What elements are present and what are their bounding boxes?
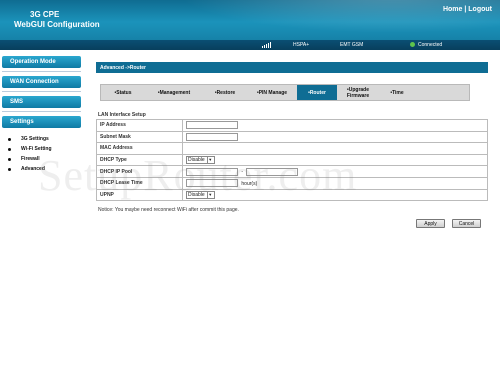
globe-icon (410, 42, 415, 47)
link-separator: | (464, 6, 467, 13)
header: 3G CPE WebGUI Configuration Home | Logou… (0, 0, 500, 40)
top-links: Home | Logout (443, 6, 492, 13)
tab-time[interactable]: •Time (379, 85, 415, 100)
breadcrumb: Advanced ->Router (96, 62, 488, 73)
main-content: Advanced ->Router •Status •Management •R… (96, 62, 488, 228)
submenu-label: Firewall (21, 156, 40, 162)
subnet-mask-cell (182, 130, 488, 144)
ip-address-input[interactable] (186, 121, 238, 130)
section-title: LAN Interface Setup (98, 112, 146, 118)
tab-pin-manage[interactable]: •PIN Manage (247, 85, 297, 100)
menu-divider (2, 111, 81, 112)
apply-button[interactable]: Apply (416, 219, 445, 228)
submenu-3g-settings[interactable]: 3G Settings (6, 134, 82, 144)
app-title-line2: WebGUI Configuration (14, 20, 100, 29)
ip-address-cell (182, 119, 488, 132)
logout-link[interactable]: Logout (468, 6, 492, 13)
submenu-label: 3G Settings (21, 136, 49, 142)
table-row: IP Address (96, 119, 488, 132)
app-title-line1: 3G CPE (30, 10, 60, 19)
ip-address-label: IP Address (96, 119, 183, 132)
notice-text: Notice: You maybe need reconnect WiFi af… (98, 207, 239, 213)
home-link[interactable]: Home (443, 6, 462, 13)
cancel-button[interactable]: Cancel (452, 219, 481, 228)
tab-status[interactable]: •Status (101, 85, 145, 100)
table-row: Subnet Mask (96, 130, 488, 144)
tab-upgrade-firmware[interactable]: •Upgrade Firmware (337, 85, 379, 100)
watermark: SetupRouter.com (38, 151, 358, 200)
subnet-mask-input[interactable] (186, 132, 238, 141)
menu-divider (2, 91, 81, 92)
tab-restore[interactable]: •Restore (203, 85, 247, 100)
tab-management[interactable]: •Management (145, 85, 203, 100)
menu-sms[interactable]: SMS (2, 96, 81, 108)
menu-settings[interactable]: Settings (2, 116, 81, 128)
bullet-icon (8, 147, 11, 151)
menu-divider (2, 71, 81, 72)
network-type: HSPA+ (293, 42, 310, 48)
tab-router[interactable]: •Router (297, 85, 337, 100)
bullet-icon (8, 157, 11, 161)
bullet-icon (8, 167, 11, 171)
subnet-mask-label: Subnet Mask (96, 130, 183, 144)
menu-operation-mode[interactable]: Operation Mode (2, 56, 81, 68)
menu-wan-connection[interactable]: WAN Connection (2, 76, 81, 88)
connection-status: Connected (418, 42, 443, 48)
sidebar: Operation Mode WAN Connection SMS Settin… (0, 50, 84, 366)
operator-name: EMT GSM (340, 42, 364, 48)
bullet-icon (8, 137, 11, 141)
signal-bars-icon (262, 42, 271, 48)
status-bar: HSPA+ EMT GSM Connected (0, 40, 500, 50)
tab-bar: •Status •Management •Restore •PIN Manage… (100, 84, 470, 101)
